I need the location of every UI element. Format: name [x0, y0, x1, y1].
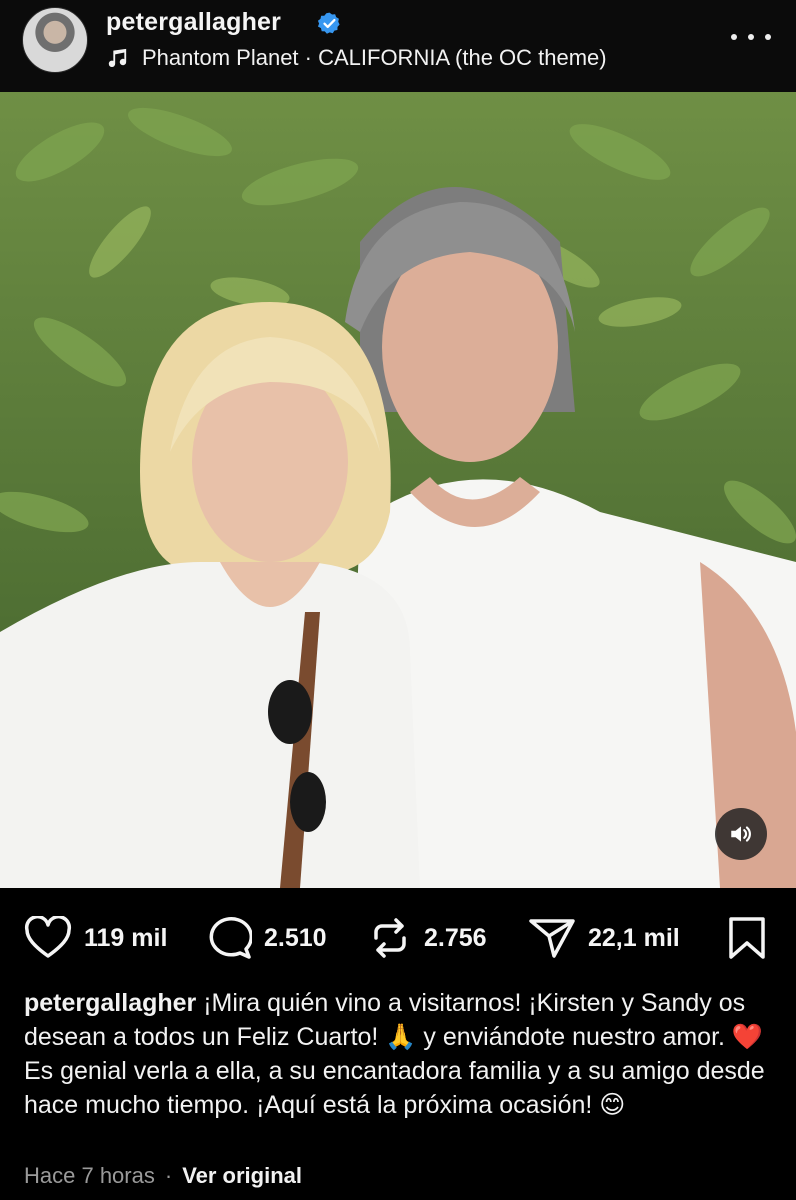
post-meta: Hace 7 horas · Ver original [24, 1163, 302, 1189]
like-count: 119 mil [84, 923, 168, 952]
action-bar: 119 mil 2.510 2.756 22,1 mil [0, 888, 796, 988]
more-horizontal-icon [731, 34, 737, 40]
post-image[interactable] [0, 92, 796, 888]
comment-bubble-icon [209, 917, 252, 959]
post-caption: petergallagher ¡Mira quién vino a visita… [24, 986, 774, 1122]
audio-toggle-button[interactable] [715, 808, 767, 860]
heart-icon [24, 916, 72, 958]
caption-username[interactable]: petergallagher [24, 989, 196, 1017]
repost-button[interactable]: 2.756 [368, 916, 487, 960]
send-paper-plane-icon [529, 919, 575, 958]
music-note-icon [108, 48, 127, 68]
comment-button[interactable]: 2.510 [206, 916, 327, 960]
repost-count: 2.756 [424, 923, 487, 952]
avatar[interactable] [22, 7, 88, 73]
bookmark-icon [729, 917, 765, 959]
see-original-link[interactable]: Ver original [182, 1163, 302, 1189]
post-username[interactable]: petergallagher [106, 8, 281, 37]
more-options-button[interactable] [731, 22, 771, 52]
speaker-volume-icon [731, 826, 751, 842]
comment-count: 2.510 [264, 923, 327, 952]
repost-icon [374, 918, 406, 958]
post-header: petergallagher Phantom Planet · CALIFORN… [0, 0, 796, 92]
share-count: 22,1 mil [588, 923, 680, 952]
like-button[interactable]: 119 mil [24, 916, 167, 960]
meta-separator: · [164, 1163, 173, 1188]
post-timestamp: Hace 7 horas [24, 1163, 155, 1188]
audio-track-label[interactable]: Phantom Planet · CALIFORNIA (the OC them… [142, 45, 607, 71]
verified-badge-icon [317, 12, 340, 34]
share-button[interactable]: 22,1 mil [528, 916, 680, 960]
save-button[interactable] [726, 916, 768, 960]
